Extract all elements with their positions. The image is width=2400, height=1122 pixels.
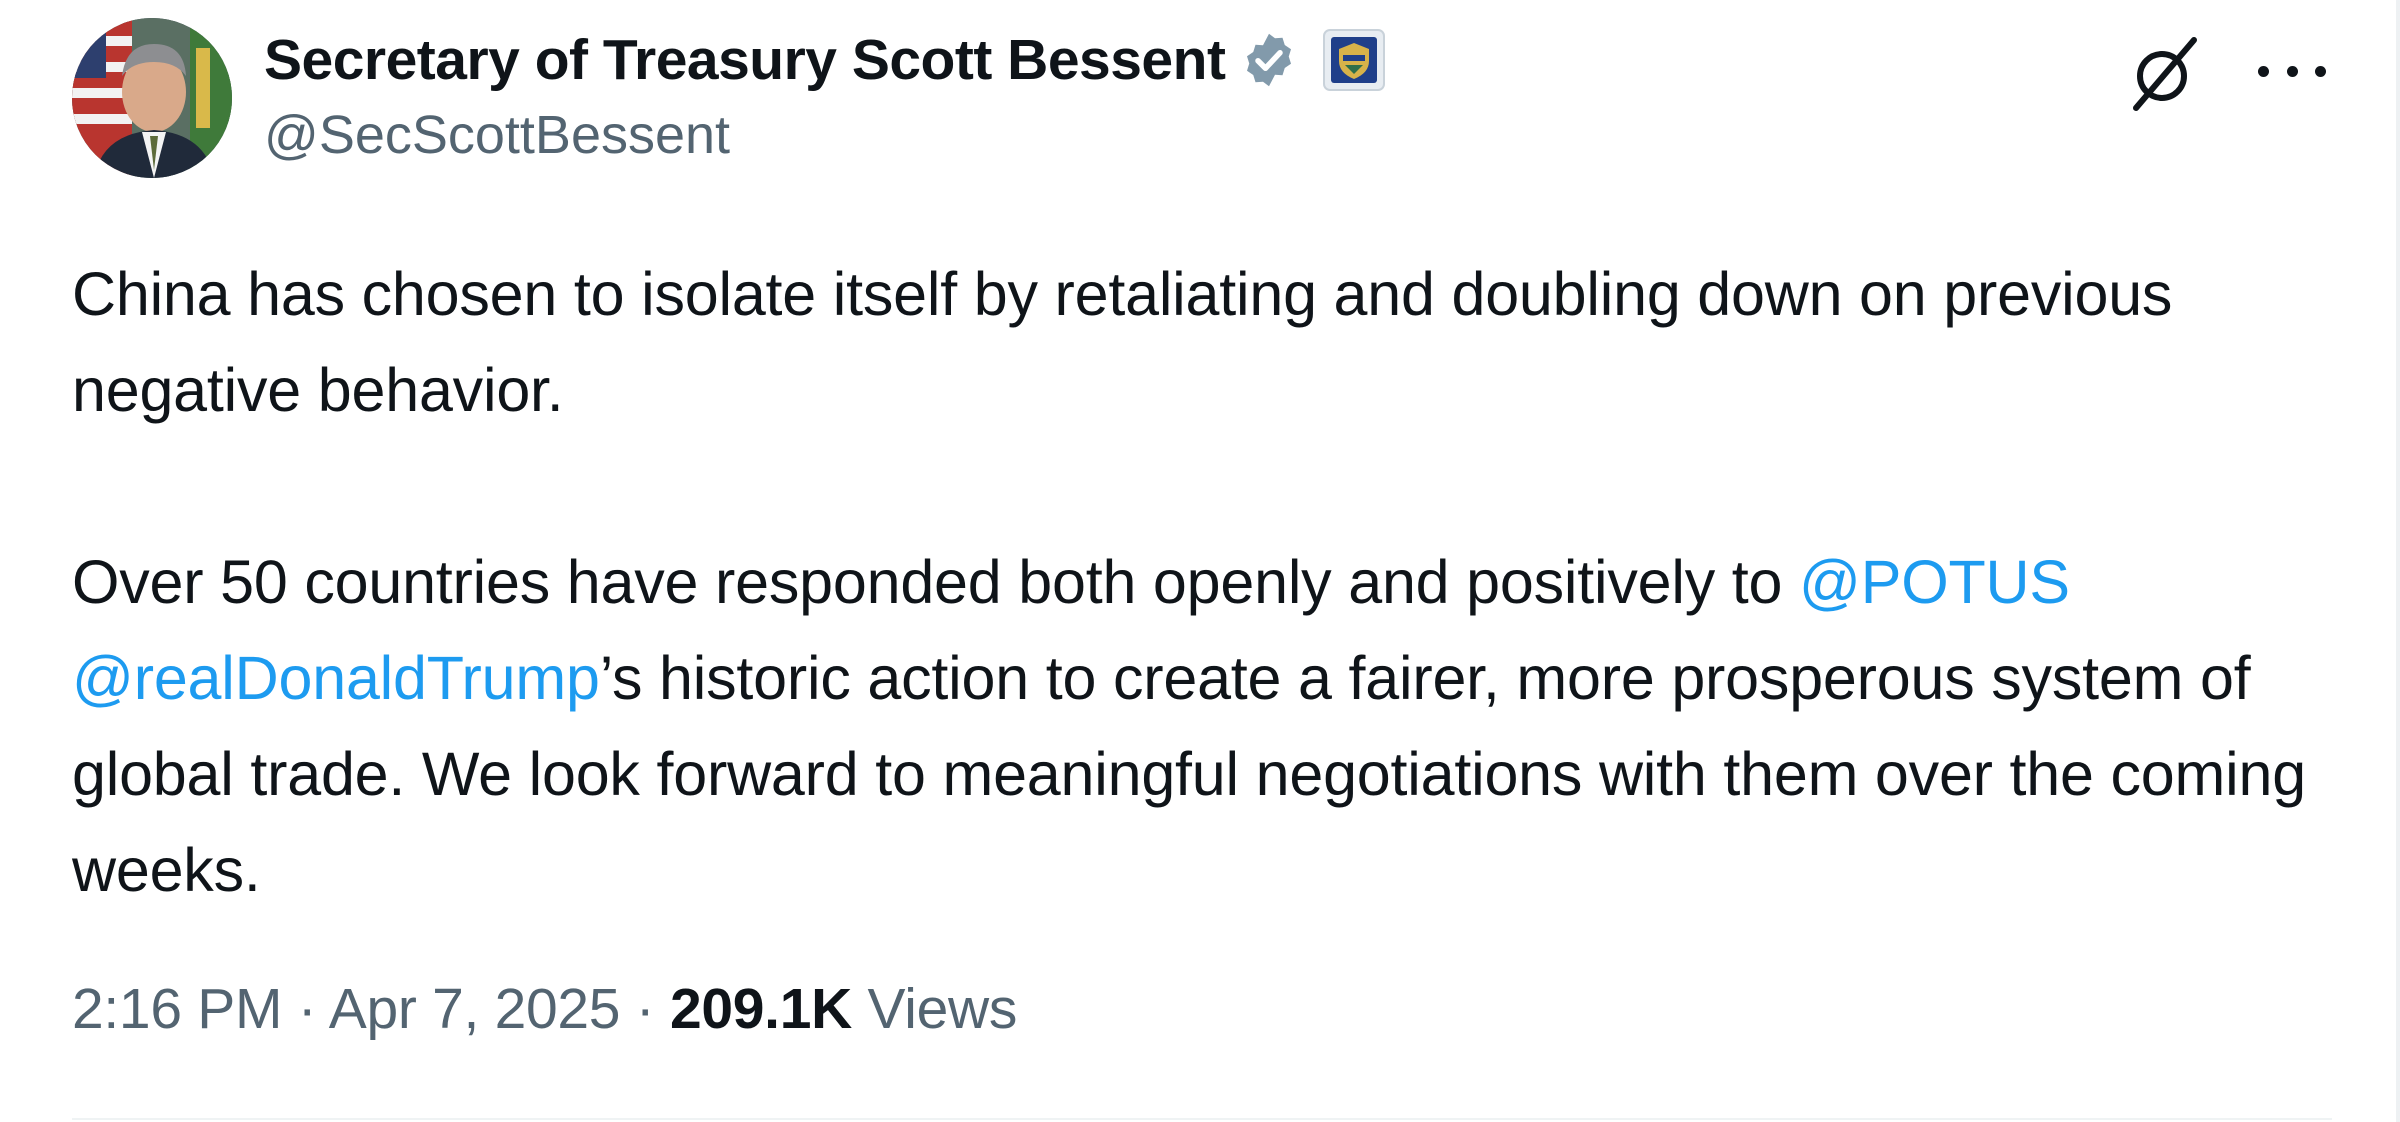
treasury-seal-icon[interactable] xyxy=(1323,29,1386,91)
meta-separator: · xyxy=(282,977,329,1041)
tweet-meta: 2:16 PM · Apr 7, 2025 · 209.1K Views xyxy=(72,976,1017,1042)
verified-badge-icon[interactable] xyxy=(1239,30,1299,90)
author-name-row: Secretary of Treasury Scott Bessent xyxy=(264,22,1386,98)
more-icon[interactable] xyxy=(2258,58,2326,84)
more-dot xyxy=(2315,65,2326,77)
display-name[interactable]: Secretary of Treasury Scott Bessent xyxy=(264,27,1226,93)
tweet-paragraph-1: China has chosen to isolate itself by re… xyxy=(72,260,2173,424)
more-dot xyxy=(2258,65,2269,77)
timeline-border xyxy=(2396,0,2400,1122)
mention-realdonaldtrump[interactable]: @realDonaldTrump xyxy=(72,644,600,712)
grok-icon[interactable] xyxy=(2124,34,2204,114)
tweet-paragraph-2-start: Over 50 countries have responded both op… xyxy=(72,548,1800,616)
tweet-date[interactable]: Apr 7, 2025 xyxy=(329,977,621,1041)
tweet-text: China has chosen to isolate itself by re… xyxy=(72,246,2352,918)
tweet-card: Secretary of Treasury Scott Bessent @Sec… xyxy=(0,0,2396,1122)
divider xyxy=(72,1118,2332,1120)
avatar[interactable] xyxy=(72,18,232,178)
views-label[interactable]: Views xyxy=(868,977,1018,1041)
views-count[interactable]: 209.1K xyxy=(670,977,852,1041)
author-handle[interactable]: @SecScottBessent xyxy=(264,104,730,166)
mention-potus[interactable]: @POTUS xyxy=(1799,548,2070,616)
tweet-paragraph-2: Over 50 countries have responded both op… xyxy=(72,534,2352,918)
tweet-time[interactable]: 2:16 PM xyxy=(72,977,282,1041)
more-dot xyxy=(2286,65,2298,77)
meta-separator: · xyxy=(620,977,670,1041)
